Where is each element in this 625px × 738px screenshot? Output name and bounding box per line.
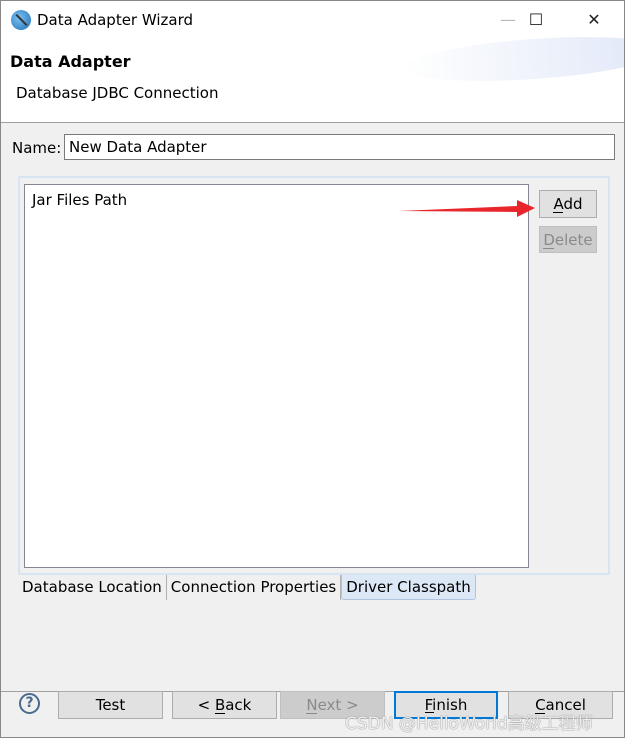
back-label: < Back: [197, 696, 252, 714]
cancel-label: Cancel: [535, 696, 586, 714]
mnemonic-underline: [306, 713, 318, 714]
mnemonic-underline: [424, 712, 434, 713]
back-label-wrap: < Back: [197, 692, 252, 718]
tab-bar: Database Location Connection Properties …: [18, 575, 476, 601]
back-button[interactable]: < Back: [172, 691, 277, 719]
question-circle-icon[interactable]: ?: [19, 693, 40, 714]
page-subtitle: Database JDBC Connection: [16, 84, 219, 102]
page-title: Data Adapter: [10, 52, 131, 71]
delete-button[interactable]: Delete: [539, 226, 597, 253]
delete-label-wrap: Delete: [543, 227, 593, 253]
add-label-wrap: Add: [553, 191, 583, 217]
jar-files-list[interactable]: Jar Files Path: [24, 184, 529, 568]
add-button[interactable]: Add: [539, 190, 597, 218]
test-button[interactable]: Test: [58, 691, 163, 719]
delete-label: Delete: [543, 231, 593, 249]
mnemonic-underline: [535, 713, 546, 714]
mnemonic-underline: [214, 713, 225, 714]
cancel-button[interactable]: Cancel: [508, 691, 613, 719]
finish-button[interactable]: Finish: [394, 691, 498, 719]
next-label-wrap: Next >: [306, 692, 359, 718]
cancel-label-wrap: Cancel: [535, 692, 586, 718]
maximize-button[interactable]: ☐: [513, 5, 559, 35]
tab-database-location[interactable]: Database Location: [18, 575, 167, 600]
name-input[interactable]: [64, 134, 615, 160]
finish-label-wrap: Finish: [424, 693, 467, 717]
red-arrow-annotation: [399, 200, 535, 217]
window-title: Data Adapter Wizard: [37, 11, 194, 29]
tab-connection-properties[interactable]: Connection Properties: [167, 575, 342, 600]
close-button[interactable]: ✕: [571, 5, 617, 35]
next-label: Next >: [306, 696, 359, 714]
wizard-header: Data Adapter Wizard — ☐ ✕ Data Adapter D…: [1, 1, 624, 123]
mnemonic-underline: [553, 212, 564, 213]
add-label: Add: [553, 195, 583, 213]
tab-driver-classpath[interactable]: Driver Classpath: [341, 575, 476, 600]
wizard-window: Data Adapter Wizard — ☐ ✕ Data Adapter D…: [0, 0, 625, 738]
name-label: Name:: [12, 139, 62, 157]
title-bar: Data Adapter Wizard — ☐ ✕: [1, 1, 624, 39]
app-icon: [11, 10, 31, 30]
mnemonic-underline: [543, 248, 555, 249]
next-button[interactable]: Next >: [280, 691, 385, 719]
list-header: Jar Files Path: [32, 191, 128, 209]
